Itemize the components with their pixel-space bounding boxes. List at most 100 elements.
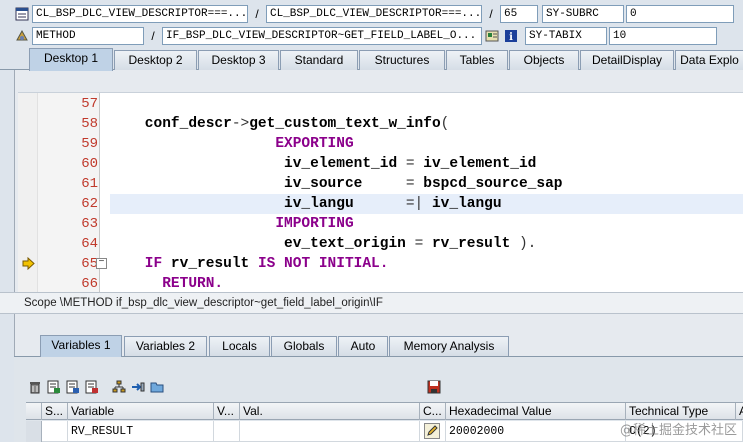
sysvar-value-field[interactable]: 0 (626, 5, 734, 23)
tab-auto[interactable]: Auto (338, 336, 388, 356)
code-token: iv_source (110, 176, 406, 192)
line-number: 58 (81, 116, 98, 132)
code-keyword: IF (110, 256, 163, 272)
tab-objects[interactable]: Objects (509, 50, 579, 70)
tab-desktop-2[interactable]: Desktop 2 (114, 50, 197, 70)
code-line[interactable]: 63 IMPORTING (18, 214, 743, 234)
desktop-tab-strip: Desktop 1 Desktop 2 Desktop 3 Standard S… (0, 48, 743, 71)
variables-toolbar (26, 378, 167, 396)
column-variable[interactable]: Variable (68, 403, 214, 420)
save-icon[interactable] (425, 379, 443, 395)
code-line[interactable]: 61 iv_source = bspcd_source_sap (18, 174, 743, 194)
code-token: iv_langu (423, 196, 502, 212)
column-absolute-type[interactable]: A (736, 403, 743, 420)
svg-text:i: i (509, 32, 513, 43)
tab-desktop-3[interactable]: Desktop 3 (198, 50, 279, 70)
separator: / (151, 29, 155, 43)
code-keyword: RETURN. (110, 276, 224, 292)
line-number: 66 (81, 276, 98, 292)
tab-detaildisplay[interactable]: DetailDisplay (580, 50, 674, 70)
delete-icon[interactable] (26, 379, 44, 395)
program-field[interactable]: CL_BSP_DLC_VIEW_DESCRIPTOR===... (32, 5, 248, 23)
code-token: rv_result (162, 256, 258, 272)
display-object-icon[interactable] (484, 28, 500, 44)
sysvar-name-field[interactable]: SY-TABIX (525, 27, 607, 45)
code-line[interactable]: 60 iv_element_id = iv_element_id (18, 154, 743, 174)
column-status[interactable]: S... (42, 403, 68, 420)
line-number: 61 (81, 176, 98, 192)
tab-globals[interactable]: Globals (271, 336, 337, 356)
column-value[interactable]: Val. (240, 403, 420, 420)
change-cell[interactable] (420, 421, 446, 442)
code-token: iv_langu (110, 196, 406, 212)
code-token: ( (440, 116, 450, 132)
code-keyword: IS NOT INITIAL. (257, 256, 389, 272)
code-token: conf_descr (110, 116, 232, 132)
code-keyword: EXPORTING (110, 136, 354, 152)
row-status-cell (42, 421, 68, 442)
line-number: 57 (81, 96, 98, 112)
source-code-editor[interactable]: 57 58 conf_descr->get_custom_text_w_info(… (18, 92, 743, 292)
header-row-event: METHOD / IF_BSP_DLC_VIEW_DESCRIPTOR~GET_… (0, 25, 717, 47)
code-text: ev_text_origin = rv_result ). (110, 234, 743, 254)
tab-variables-1[interactable]: Variables 1 (40, 335, 122, 357)
separator: / (489, 7, 493, 21)
column-value-type[interactable]: V... (214, 403, 240, 420)
save-variables-icon[interactable] (64, 379, 82, 395)
code-text: iv_source = bspcd_source_sap (110, 174, 743, 194)
export-variables-icon[interactable] (83, 379, 101, 395)
tab-memory-analysis[interactable]: Memory Analysis (389, 336, 509, 356)
row-selector[interactable] (26, 421, 42, 442)
column-hex-value[interactable]: Hexadecimal Value (446, 403, 626, 420)
tab-locals[interactable]: Locals (209, 336, 270, 356)
tab-standard[interactable]: Standard (280, 50, 358, 70)
line-number: 65 (81, 256, 98, 272)
code-token: iv_element_id (414, 156, 537, 172)
pencil-icon[interactable] (424, 423, 440, 439)
line-number: 60 (81, 156, 98, 172)
tab-desktop-1[interactable]: Desktop 1 (29, 48, 113, 71)
code-token: get_custom_text_w_info (249, 116, 441, 132)
include-field[interactable]: CL_BSP_DLC_VIEW_DESCRIPTOR===... (266, 5, 482, 23)
code-line[interactable]: 62 iv_langu =| iv_langu (18, 194, 743, 214)
watermark: @稀土掘金技术社区 (619, 423, 737, 438)
navigate-icon[interactable] (129, 379, 147, 395)
event-name-field[interactable]: IF_BSP_DLC_VIEW_DESCRIPTOR~GET_FIELD_LAB… (162, 27, 482, 45)
scope-bar: Scope \METHOD if_bsp_dlc_view_descriptor… (0, 292, 743, 314)
code-line[interactable]: 57 (18, 94, 743, 114)
hierarchy-icon[interactable] (110, 379, 128, 395)
event-type-field[interactable]: METHOD (32, 27, 144, 45)
code-token: ev_text_origin (110, 236, 415, 252)
program-icon (14, 6, 30, 22)
value-type-cell (214, 421, 240, 442)
tab-structures[interactable]: Structures (359, 50, 445, 70)
code-keyword: IMPORTING (110, 216, 354, 232)
code-line[interactable]: 66 RETURN. (18, 274, 743, 292)
line-number-field[interactable]: 65 (500, 5, 538, 23)
code-text: iv_element_id = iv_element_id (110, 154, 743, 174)
code-line[interactable]: 59 EXPORTING (18, 134, 743, 154)
code-line[interactable]: 64 ev_text_origin = rv_result ). (18, 234, 743, 254)
tab-tables[interactable]: Tables (446, 50, 508, 70)
column-technical-type[interactable]: Technical Type (626, 403, 736, 420)
current-line-arrow-icon (22, 257, 35, 270)
variable-cell[interactable]: RV_RESULT (68, 421, 214, 442)
separator: / (255, 7, 259, 21)
line-number: 63 (81, 216, 98, 232)
fold-toggle-icon[interactable]: − (96, 258, 107, 269)
method-icon (14, 28, 30, 44)
tab-data-explorer[interactable]: Data Explo (675, 50, 743, 70)
code-line[interactable]: 65− IF rv_result IS NOT INITIAL. (18, 254, 743, 274)
code-text: EXPORTING (110, 134, 743, 154)
info-icon[interactable]: i (503, 28, 519, 44)
sysvar-name-field[interactable]: SY-SUBRC (542, 5, 624, 23)
header-row-program: CL_BSP_DLC_VIEW_DESCRIPTOR===... / CL_BS… (0, 3, 734, 25)
value-cell[interactable] (240, 421, 420, 442)
code-line[interactable]: 58 conf_descr->get_custom_text_w_info( (18, 114, 743, 134)
tab-variables-2[interactable]: Variables 2 (124, 336, 207, 356)
folder-icon[interactable] (148, 379, 166, 395)
sysvar-value-field[interactable]: 10 (609, 27, 717, 45)
column-change[interactable]: C... (420, 403, 446, 420)
code-text: RETURN. (110, 274, 743, 292)
load-variables-icon[interactable] (45, 379, 63, 395)
